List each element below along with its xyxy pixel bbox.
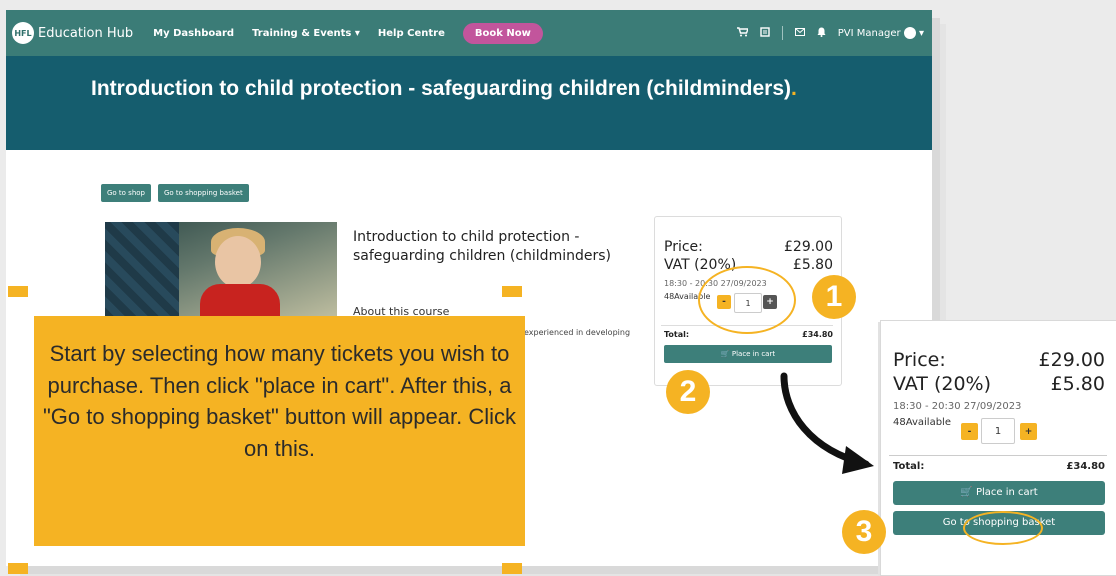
callout-tab-decoration [8, 563, 28, 574]
basket-icon[interactable] [760, 26, 770, 40]
avatar [903, 27, 916, 39]
vat-value: £5.80 [792, 257, 833, 273]
cart-icon[interactable] [736, 26, 749, 40]
total-label: Total: [664, 330, 690, 339]
go-to-shop-button[interactable]: Go to shop [101, 184, 151, 202]
zoom-total-label: Total: [893, 461, 925, 472]
callout-tab-decoration [502, 563, 522, 574]
instruction-text: Start by selecting how many tickets you … [43, 341, 516, 461]
user-menu[interactable]: PVI Manager ▾ [838, 27, 924, 39]
zoom-quantity-decrease-button[interactable]: - [961, 423, 978, 440]
zoom-price-value: £29.00 [1038, 349, 1105, 371]
step-badge-3: 3 [842, 510, 886, 554]
instruction-callout: Start by selecting how many tickets you … [34, 316, 525, 546]
nav-training-events-label: Training & Events [252, 27, 352, 39]
zoom-divider [889, 455, 1107, 456]
title-accent-dot: . [791, 77, 797, 100]
zoom-quantity-increase-button[interactable]: + [1020, 423, 1037, 440]
book-now-button[interactable]: Book Now [462, 22, 543, 44]
cart-icon: 🛒 [720, 350, 730, 358]
price-label: Price: [664, 239, 703, 255]
zoom-price-label: Price: [893, 349, 946, 371]
place-in-cart-label: Place in cart [731, 350, 776, 358]
callout-tab-decoration [502, 286, 522, 297]
brand-name[interactable]: Education Hub [38, 26, 133, 41]
total-value: £34.80 [802, 330, 833, 339]
cart-icon: 🛒 [960, 487, 973, 498]
arrow-icon [780, 372, 874, 474]
callout-tab-decoration [8, 286, 28, 297]
image-child-face [215, 236, 261, 288]
top-navbar: HFL Education Hub My Dashboard Training … [6, 10, 932, 56]
mail-icon[interactable] [794, 27, 805, 39]
course-title: Introduction to child protection - safeg… [353, 229, 611, 264]
zoom-session-datetime: 18:30 - 20:30 27/09/2023 [893, 401, 1022, 412]
course-description: experienced in developing [524, 328, 631, 337]
zoom-availability: 48Available [893, 417, 951, 428]
nav-divider [781, 26, 783, 40]
place-in-cart-button[interactable]: 🛒 Place in cart [664, 345, 832, 363]
bell-icon[interactable] [817, 27, 826, 40]
nav-my-dashboard[interactable]: My Dashboard [153, 28, 234, 39]
highlight-ring-basket [963, 511, 1043, 545]
zoom-place-in-cart-button[interactable]: 🛒 Place in cart [893, 481, 1105, 505]
chevron-down-icon: ▾ [918, 28, 924, 39]
user-name: PVI Manager [837, 28, 901, 39]
zoom-vat-label: VAT (20%) [893, 373, 992, 395]
step-badge-2: 2 [666, 370, 710, 414]
zoom-total-value: £34.80 [1066, 461, 1105, 472]
image-adult-figure [105, 222, 179, 330]
nav-help-centre[interactable]: Help Centre [378, 28, 445, 39]
zoom-quantity-input[interactable]: 1 [981, 418, 1015, 444]
highlight-ring-quantity [698, 266, 796, 334]
step-badge-1: 1 [812, 275, 856, 319]
page-title: Introduction to child protection - safeg… [91, 76, 831, 102]
hfl-logo[interactable]: HFL [12, 22, 34, 44]
zoom-place-in-cart-label: Place in cart [975, 487, 1038, 498]
price-value: £29.00 [784, 239, 833, 255]
chevron-down-icon: ▾ [354, 27, 360, 39]
go-to-shopping-basket-button[interactable]: Go to shopping basket [158, 184, 249, 202]
page-title-text: Introduction to child protection - safeg… [91, 77, 792, 100]
course-image [105, 222, 337, 330]
zoomed-price-panel: Price: £29.00 VAT (20%) £5.80 18:30 - 20… [880, 320, 1116, 576]
zoom-vat-value: £5.80 [1050, 373, 1105, 395]
page-header-banner: Introduction to child protection - safeg… [6, 56, 932, 150]
nav-right-group: PVI Manager ▾ [736, 26, 924, 40]
nav-training-events[interactable]: Training & Events ▾ [252, 28, 360, 39]
